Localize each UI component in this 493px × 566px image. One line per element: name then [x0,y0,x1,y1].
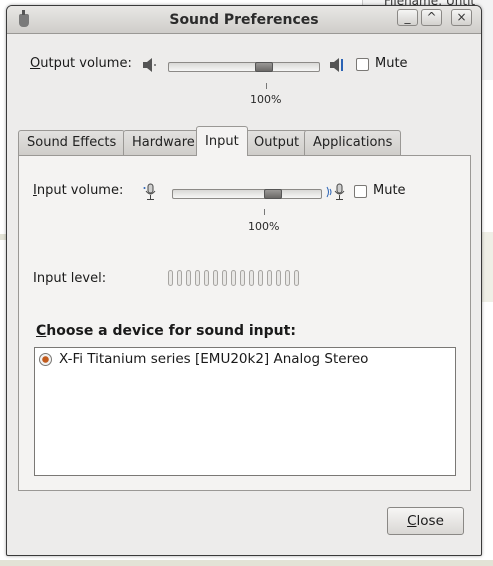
output-mute-checkbox[interactable] [356,58,369,71]
input-level-segment [240,270,245,286]
output-volume-percent: 100% [250,93,282,106]
input-level-segment [267,270,272,286]
input-level-segment [285,270,290,286]
title-bar[interactable]: Sound Preferences _ ^ × [7,6,481,34]
microphone-high-icon [326,183,345,200]
close-window-button[interactable]: × [451,9,472,26]
minimize-button[interactable]: _ [397,9,418,26]
device-list-item[interactable]: X-Fi Titanium series [EMU20k2] Analog St… [35,348,455,372]
input-mute-label[interactable]: Mute [373,183,406,198]
input-level-segment [168,270,173,286]
input-volume-label: Input volume: [33,183,124,198]
device-label[interactable]: X-Fi Titanium series [EMU20k2] Analog St… [59,351,368,367]
output-volume-slider-thumb[interactable] [255,62,273,72]
input-mute-checkbox[interactable] [354,185,367,198]
speaker-low-icon [143,58,156,72]
input-level-segment [294,270,299,286]
microphone-low-icon [143,183,156,200]
input-level-segment [276,270,281,286]
close-button[interactable]: Close [387,507,464,535]
tab-output[interactable]: Output [245,130,309,155]
speaker-high-icon [330,58,343,72]
sound-preferences-window: Sound Preferences _ ^ × Output volume: 1… [6,5,482,556]
input-volume-slider-thumb[interactable] [264,189,282,199]
input-volume-percent: 100% [248,220,280,233]
input-level-segment [231,270,236,286]
device-section-heading: Choose a device for sound input: [36,323,296,339]
output-volume-tick [266,83,267,89]
device-radio-selected[interactable] [39,353,52,366]
maximize-button[interactable]: ^ [421,9,442,26]
input-level-segment [213,270,218,286]
tab-input[interactable]: Input [196,126,248,156]
input-volume-slider[interactable] [172,189,322,199]
output-mute-label[interactable]: Mute [375,56,408,71]
input-level-segment [222,270,227,286]
input-level-segment [258,270,263,286]
input-level-segment [195,270,200,286]
input-level-segment [177,270,182,286]
output-volume-slider[interactable] [168,62,320,72]
input-level-segment [204,270,209,286]
input-level-label: Input level: [33,271,107,286]
tab-applications[interactable]: Applications [304,130,402,155]
input-level-segment [186,270,191,286]
background-stripe [0,560,493,566]
input-device-list[interactable]: X-Fi Titanium series [EMU20k2] Analog St… [34,347,456,476]
output-volume-label: Output volume: [30,56,132,71]
input-volume-tick [264,209,265,215]
input-level-segment [249,270,254,286]
tab-hardware[interactable]: Hardware [123,130,204,155]
tab-sound-effects[interactable]: Sound Effects [18,130,126,155]
